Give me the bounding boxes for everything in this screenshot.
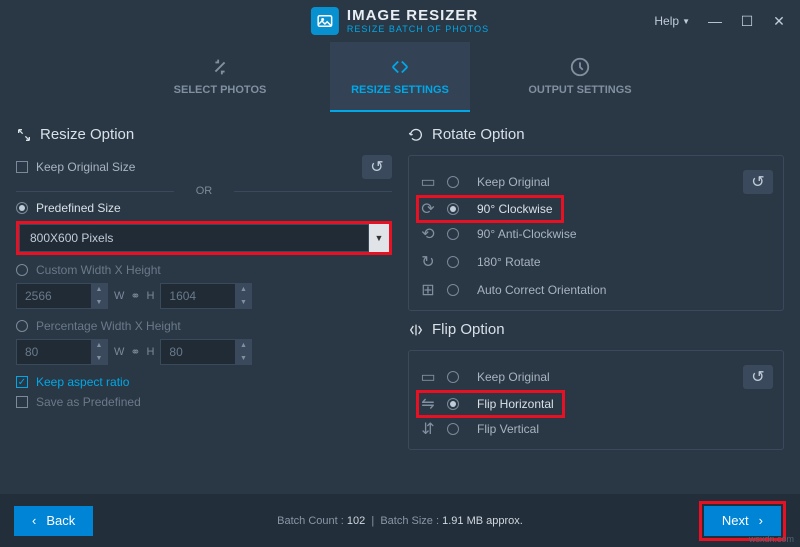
rotate-options: ▭ Keep Original ↺ ⟳ 90° Clockwise ⟲ 90° … <box>408 155 784 311</box>
flip-vertical-radio[interactable] <box>447 423 459 435</box>
keep-original-size-checkbox[interactable] <box>16 161 28 173</box>
or-divider: OR <box>16 185 392 197</box>
flip-keep-icon: ▭ <box>419 367 437 387</box>
custom-size-radio[interactable] <box>16 264 28 276</box>
tabs-nav: SELECT PHOTOS RESIZE SETTINGS OUTPUT SET… <box>0 42 800 112</box>
rotate-acw-icon: ⟲ <box>419 224 437 244</box>
rotate-cw-icon: ⟳ <box>419 199 437 219</box>
rotate-keep-radio[interactable] <box>447 176 459 188</box>
predefined-size-label: Predefined Size <box>36 201 121 215</box>
resize-panel: Resize Option Keep Original Size ↺ OR Pr… <box>16 112 392 482</box>
resize-reset-button[interactable]: ↺ <box>362 155 392 179</box>
rotate-header: Rotate Option <box>408 126 784 143</box>
percentage-size-radio[interactable] <box>16 320 28 332</box>
app-logo-icon <box>311 7 339 35</box>
flip-reset-button[interactable]: ↺ <box>743 365 773 389</box>
link-icon: ⚭ <box>130 345 140 359</box>
custom-height-input[interactable]: 1604▲▼ <box>160 283 252 309</box>
rotate-auto-radio[interactable] <box>447 284 459 296</box>
rotate-180-icon: ↻ <box>419 252 437 272</box>
tab-output-settings[interactable]: OUTPUT SETTINGS <box>510 42 650 112</box>
maximize-button[interactable]: ☐ <box>736 10 758 32</box>
rotate-acw-radio[interactable] <box>447 228 459 240</box>
app-subtitle: RESIZE BATCH OF PHOTOS <box>347 25 489 34</box>
percent-width-input[interactable]: 80▲▼ <box>16 339 108 365</box>
flip-v-icon: ⇵ <box>419 419 437 439</box>
rotate-reset-button[interactable]: ↺ <box>743 170 773 194</box>
keep-original-icon: ▭ <box>419 172 437 192</box>
help-menu[interactable]: Help ▼ <box>654 14 690 28</box>
save-predefined-label: Save as Predefined <box>36 395 141 409</box>
app-title: IMAGE RESIZER <box>347 8 489 23</box>
link-icon: ⚭ <box>130 289 140 303</box>
minimize-button[interactable]: — <box>704 10 726 32</box>
predefined-size-select[interactable]: 800X600 Pixels <box>19 224 369 252</box>
custom-width-input[interactable]: 2566▲▼ <box>16 283 108 309</box>
percent-height-input[interactable]: 80▲▼ <box>160 339 252 365</box>
flip-options: ▭ Keep Original ↺ ⇋ Flip Horizontal ⇵ Fl… <box>408 350 784 450</box>
flip-h-icon: ⇋ <box>419 394 437 414</box>
watermark: wsxdn.com <box>749 534 794 544</box>
keep-aspect-ratio-label: Keep aspect ratio <box>36 375 129 389</box>
titlebar: IMAGE RESIZER RESIZE BATCH OF PHOTOS Hel… <box>0 0 800 42</box>
flip-keep-radio[interactable] <box>447 371 459 383</box>
predefined-size-dropdown-icon[interactable]: ▼ <box>369 224 389 252</box>
flip-horizontal-radio[interactable] <box>447 398 459 410</box>
custom-size-label: Custom Width X Height <box>36 263 161 277</box>
flip-header: Flip Option <box>408 321 784 338</box>
resize-header: Resize Option <box>16 126 392 143</box>
tab-resize-settings[interactable]: RESIZE SETTINGS <box>330 42 470 112</box>
tab-select-photos[interactable]: SELECT PHOTOS <box>150 42 290 112</box>
predefined-size-radio[interactable] <box>16 202 28 214</box>
save-predefined-checkbox[interactable] <box>16 396 28 408</box>
next-button[interactable]: Next› <box>704 506 781 536</box>
batch-info: Batch Count : 102 | Batch Size : 1.91 MB… <box>277 515 523 527</box>
rotate-cw-radio[interactable] <box>447 203 459 215</box>
back-button[interactable]: ‹Back <box>14 506 93 536</box>
percentage-size-label: Percentage Width X Height <box>36 319 181 333</box>
keep-aspect-ratio-checkbox[interactable] <box>16 376 28 388</box>
auto-orient-icon: ⊞ <box>419 280 437 300</box>
rotate-180-radio[interactable] <box>447 256 459 268</box>
keep-original-size-label: Keep Original Size <box>36 160 135 174</box>
footer: ‹Back Batch Count : 102 | Batch Size : 1… <box>0 494 800 547</box>
close-button[interactable]: ✕ <box>768 10 790 32</box>
